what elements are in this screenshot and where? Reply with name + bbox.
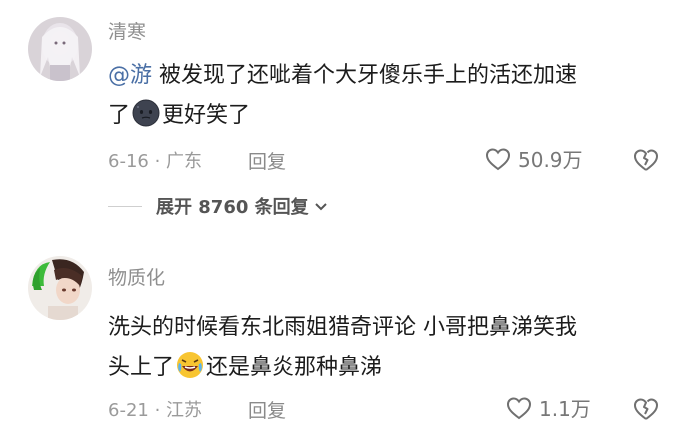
comment-date-location: 6-16 · 广东 bbox=[108, 151, 203, 172]
reply-button[interactable]: 回复 bbox=[248, 396, 286, 423]
comment-text: 洗头的时候看东北雨姐猎奇评论 小哥把鼻涕笑我 头上了 还是鼻炎那种鼻涕 bbox=[108, 308, 668, 388]
divider-line bbox=[108, 205, 142, 207]
expand-replies-button[interactable]: 展开 8760 条回复 bbox=[108, 193, 329, 219]
broken-heart-icon[interactable] bbox=[632, 146, 660, 174]
like-count: 50.9万 bbox=[518, 148, 583, 172]
expand-replies-label: 展开 8760 条回复 bbox=[156, 197, 309, 218]
dark-face-emoji bbox=[132, 99, 160, 127]
chevron-down-icon bbox=[314, 203, 327, 211]
avatar[interactable] bbox=[28, 256, 92, 320]
mention-link[interactable]: @游 bbox=[108, 63, 152, 88]
comment-item: 清寒 @游 被发现了还呲着个大牙傻乐手上的活还加速 了 更好笑了 6-16 · 广… bbox=[0, 0, 690, 246]
comment-text-line1: 被发现了还呲着个大牙傻乐手上的活还加速 bbox=[152, 63, 578, 88]
comment-item: 物质化 洗头的时候看东北雨姐猎奇评论 小哥把鼻涕笑我 头上了 还是鼻炎那种鼻涕 6… bbox=[0, 246, 690, 436]
comment-date-location: 6-21 · 江苏 bbox=[108, 400, 203, 421]
avatar[interactable] bbox=[28, 17, 92, 81]
comment-text-line2-post: 还是鼻炎那种鼻涕 bbox=[206, 355, 383, 380]
heart-icon bbox=[506, 396, 532, 419]
rolling-laughing-emoji bbox=[177, 352, 204, 378]
like-count: 1.1万 bbox=[539, 397, 591, 421]
heart-icon bbox=[485, 147, 511, 170]
comment-text: @游 被发现了还呲着个大牙傻乐手上的活还加速 了 更好笑了 bbox=[108, 56, 668, 136]
username[interactable]: 物质化 bbox=[108, 263, 165, 290]
comment-text-line2-pre: 了 bbox=[108, 103, 131, 128]
comment-text-line2-pre: 头上了 bbox=[108, 355, 175, 380]
comment-text-line1: 洗头的时候看东北雨姐猎奇评论 小哥把鼻涕笑我 bbox=[108, 315, 577, 340]
like-button[interactable]: 50.9万 bbox=[484, 144, 583, 173]
like-button[interactable]: 1.1万 bbox=[505, 393, 591, 422]
broken-heart-icon[interactable] bbox=[632, 395, 660, 423]
username[interactable]: 清寒 bbox=[108, 17, 146, 44]
reply-button[interactable]: 回复 bbox=[248, 147, 286, 174]
comment-text-line2-post: 更好笑了 bbox=[162, 103, 251, 128]
